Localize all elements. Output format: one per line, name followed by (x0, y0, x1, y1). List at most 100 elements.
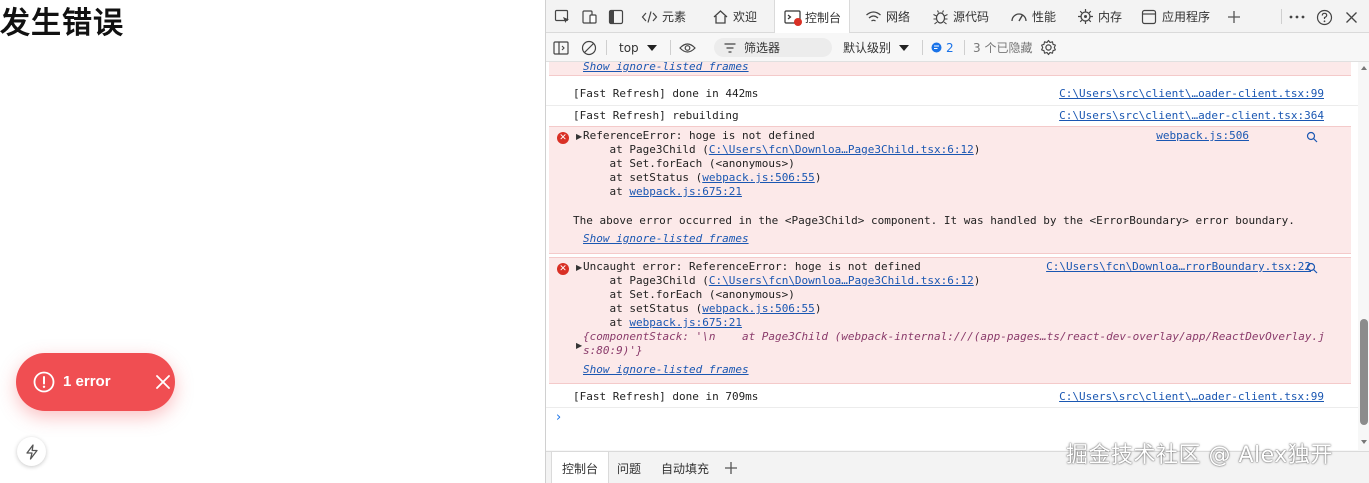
clear-console-icon[interactable] (581, 38, 597, 57)
scroll-thumb[interactable] (1360, 319, 1368, 425)
more-options-icon[interactable] (1287, 7, 1307, 27)
stack-link[interactable]: webpack.js:506:55 (702, 302, 815, 315)
stack-link[interactable]: C:\Users\fcn\Downloa…Page3Child.tsx:6:12 (709, 143, 974, 156)
tab-console[interactable]: 控制台 (774, 0, 851, 34)
stack-text: at Page3Child ( (583, 143, 709, 156)
expand-triangle-icon[interactable]: ▶ (576, 132, 582, 141)
scroll-down-arrow-icon[interactable] (1361, 440, 1367, 444)
page-title: 发生错误 (0, 6, 124, 41)
expand-object-triangle-icon[interactable]: ▶ (576, 341, 582, 350)
error-toast[interactable]: 1 error (16, 353, 175, 411)
filter-placeholder: 筛选器 (744, 41, 781, 55)
console-error-clipped: Show ignore-listed frames (549, 62, 1351, 76)
console-log-row: [Fast Refresh] rebuilding C:\Users\src\c… (546, 106, 1358, 126)
error-message: ReferenceError: hoge is not defined (583, 129, 815, 142)
scroll-up-arrow-icon[interactable] (1361, 66, 1367, 70)
error-x-icon: ✕ (557, 263, 569, 275)
settings-gear-icon[interactable] (1040, 38, 1057, 57)
separator (606, 40, 607, 55)
stack-frame: at Set.forEach (<anonymous>) (583, 288, 795, 301)
separator (964, 40, 965, 55)
stack-link[interactable]: webpack.js:675:21 (629, 316, 742, 329)
drawer-tab-autofill[interactable]: 自动填充 (651, 452, 719, 483)
device-emulation-icon[interactable] (579, 7, 599, 27)
tab-memory[interactable]: 内存 (1076, 0, 1122, 33)
inspect-element-icon[interactable] (552, 7, 572, 27)
tab-label: 元素 (662, 10, 687, 24)
drawer-tab-console[interactable]: 控制台 (551, 452, 610, 483)
stack-text: ) (814, 302, 822, 315)
console-error-entry: ✕ ▶ ReferenceError: hoge is not defined … (549, 126, 1351, 254)
search-icon[interactable] (1306, 131, 1318, 143)
issues-counter[interactable]: 2 (931, 38, 954, 57)
filter-icon (724, 42, 736, 53)
stack-text: ) (973, 143, 981, 156)
console-error-dot (794, 18, 802, 26)
tab-label: 性能 (1032, 10, 1057, 24)
tab-welcome[interactable]: 欢迎 (711, 0, 757, 33)
console-scrollbar[interactable] (1358, 62, 1369, 450)
close-devtools-icon[interactable] (1341, 7, 1361, 27)
error-source-link[interactable]: webpack.js:506 (1156, 129, 1249, 142)
tab-application[interactable]: 应用程序 (1140, 0, 1210, 33)
tab-label: 欢迎 (733, 10, 758, 24)
stack-link[interactable]: C:\Users\fcn\Downloa…Page3Child.tsx:6:12 (709, 274, 974, 287)
drawer-tab-issues[interactable]: 问题 (607, 452, 651, 483)
search-icon[interactable] (1306, 262, 1318, 274)
help-icon[interactable] (1314, 7, 1334, 27)
separator (1281, 9, 1282, 24)
stack-frame: at Page3Child (C:\Users\fcn\Downloa…Page… (583, 143, 980, 157)
console-error-entry: ✕ ▶ Uncaught error: ReferenceError: hoge… (549, 257, 1351, 384)
tab-elements[interactable]: 元素 (640, 0, 686, 33)
expand-triangle-icon[interactable]: ▶ (576, 263, 582, 272)
log-level-dropdown[interactable]: 默认级别 (843, 38, 910, 57)
filter-input[interactable]: 筛选器 (714, 38, 832, 57)
log-level-value: 默认级别 (843, 41, 892, 55)
devtools-tab-bar: 元素 欢迎 控制台 网络 源代码 性能 内存 应用程序 (546, 0, 1369, 34)
add-tab-icon[interactable] (1224, 7, 1244, 27)
devtools-panel: 元素 欢迎 控制台 网络 源代码 性能 内存 应用程序 top 筛选器 默认级别… (545, 0, 1369, 483)
tab-label: 应用程序 (1162, 10, 1211, 24)
screen: 发生错误 1 error 元素 欢迎 控制台 网络 源代码 性能 内存 应用程序… (0, 0, 1369, 483)
tab-network[interactable]: 网络 (864, 0, 910, 33)
console-prompt-chevron-icon[interactable]: › (556, 410, 561, 425)
memory-icon (1076, 8, 1094, 26)
stack-frame: at webpack.js:675:21 (583, 316, 742, 330)
log-message: [Fast Refresh] done in 442ms (573, 87, 759, 100)
source-link[interactable]: C:\Users\src\client\…oader-client.tsx:99 (1059, 87, 1324, 100)
watermark: 掘金技术社区 @ Alex独开 (1066, 443, 1333, 468)
console-log-row: [Fast Refresh] done in 709ms C:\Users\sr… (546, 387, 1358, 407)
close-icon[interactable] (155, 374, 171, 390)
show-ignore-listed-frames-link[interactable]: Show ignore-listed frames (583, 232, 749, 246)
toggle-sidebar-icon[interactable] (553, 38, 569, 57)
component-stack-object[interactable]: {componentStack: '\n at Page3Child (webp… (583, 330, 1325, 344)
dropdown-arrow-icon (899, 44, 910, 51)
dev-tools-bolt-button[interactable] (17, 437, 46, 466)
tab-performance[interactable]: 性能 (1010, 0, 1056, 33)
error-source-link[interactable]: C:\Users\fcn\Downloa…rrorBoundary.tsx:22 (1046, 260, 1311, 273)
stack-text: ) (814, 171, 822, 184)
show-ignore-listed-frames-link[interactable]: Show ignore-listed frames (583, 363, 749, 377)
stack-link[interactable]: webpack.js:675:21 (629, 185, 742, 198)
error-x-icon: ✕ (557, 132, 569, 144)
live-expression-eye-icon[interactable] (679, 38, 696, 57)
stack-link[interactable]: webpack.js:506:55 (702, 171, 815, 184)
lightning-icon (25, 443, 38, 460)
performance-icon (1010, 8, 1028, 26)
source-link[interactable]: C:\Users\src\client\…oader-client.tsx:99 (1059, 390, 1324, 403)
tab-label: 源代码 (953, 10, 990, 24)
dock-side-icon[interactable] (606, 7, 626, 27)
stack-text: ) (973, 274, 981, 287)
stack-text: at (583, 185, 630, 198)
hidden-messages-count: 3 个已隐藏 (973, 41, 1033, 55)
stack-text: at Page3Child ( (583, 274, 709, 287)
source-link[interactable]: C:\Users\src\client\…ader-client.tsx:364 (1059, 109, 1324, 122)
drawer-add-tab-icon[interactable] (718, 452, 744, 483)
error-boundary-note: The above error occurred in the <Page3Ch… (573, 214, 1295, 227)
tab-label: 控制台 (805, 10, 842, 25)
context-selector[interactable]: top (619, 38, 657, 57)
tab-sources[interactable]: 源代码 (931, 0, 989, 33)
alert-circle-icon (33, 371, 55, 393)
show-ignore-listed-frames-link[interactable]: Show ignore-listed frames (583, 62, 749, 74)
bug-icon (931, 8, 949, 26)
